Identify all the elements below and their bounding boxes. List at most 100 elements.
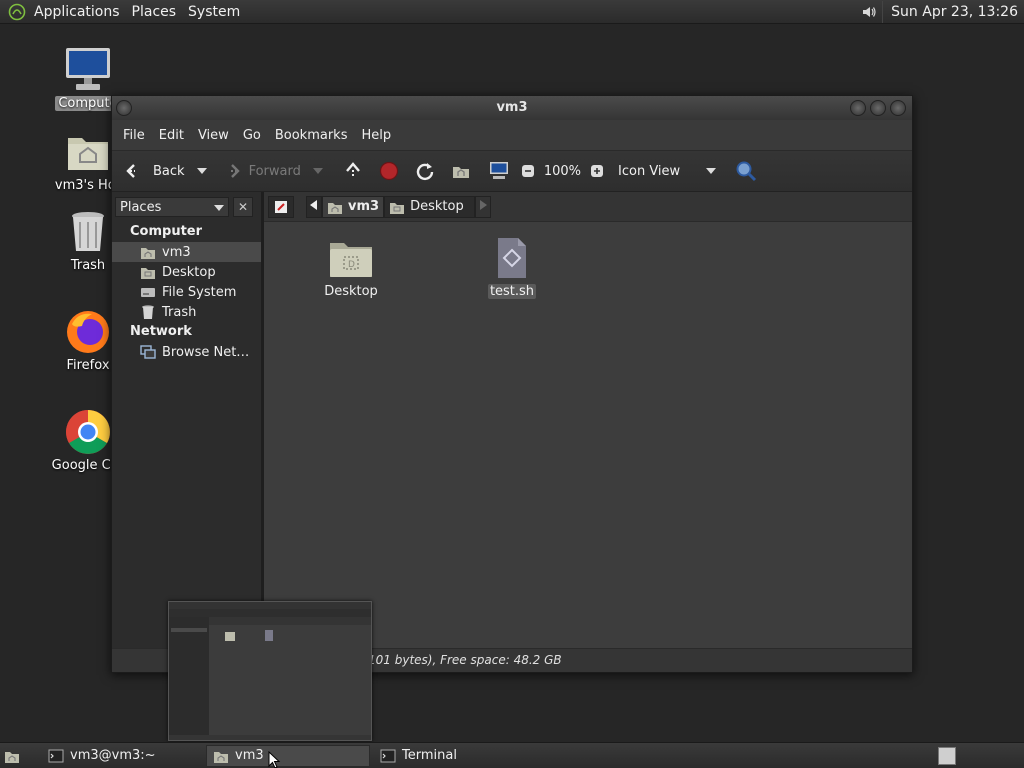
back-button[interactable]: Back: [120, 154, 188, 188]
close-icon: ✕: [237, 200, 249, 214]
trash-icon: [64, 208, 112, 256]
menu-go[interactable]: Go: [236, 128, 268, 143]
maximize-button[interactable]: [870, 100, 886, 116]
view-mode-select[interactable]: Icon View: [609, 154, 721, 188]
show-desktop-icon: [4, 748, 20, 764]
network-icon: [140, 344, 156, 360]
file-item-desktop[interactable]: D Desktop: [306, 234, 396, 299]
sidebar-item-browse-network[interactable]: Browse Net…: [112, 342, 261, 362]
stop-icon: [377, 159, 401, 183]
places-menu[interactable]: Places: [126, 1, 183, 23]
path-scroll-right-button[interactable]: [474, 195, 491, 218]
sidebar-item-filesystem[interactable]: File System: [112, 282, 261, 302]
places-sidebar: Places ✕ Computer vm3 Desktop File Syste…: [112, 192, 264, 648]
path-bar: vm3 Desktop: [264, 192, 912, 222]
home-icon: [140, 244, 156, 260]
sidebar-item-label: File System: [162, 284, 237, 300]
file-view[interactable]: vm3 Desktop D Desktop test.sh: [264, 192, 912, 648]
taskbar-item-label: Terminal: [402, 748, 457, 763]
menu-edit[interactable]: Edit: [152, 128, 191, 143]
sidebar-item-label: vm3: [162, 244, 191, 260]
sidebar-type-label: Places: [120, 199, 162, 215]
taskbar-item-terminal-vm3[interactable]: vm3@vm3:~: [42, 745, 202, 767]
minimize-button[interactable]: [850, 100, 866, 116]
desktop-folder-icon: [389, 199, 405, 215]
menu-bookmarks[interactable]: Bookmarks: [268, 128, 355, 143]
sidebar-section-computer: Computer: [130, 224, 203, 239]
close-button[interactable]: [890, 100, 906, 116]
clock[interactable]: Sun Apr 23, 13:26: [882, 1, 1024, 23]
toolbar: Back Forward 100% Icon View: [112, 150, 912, 192]
firefox-icon: [64, 308, 112, 356]
computer-icon: [487, 159, 511, 183]
zoom-in-icon: [588, 159, 606, 183]
reload-icon: [413, 159, 437, 183]
computer-button[interactable]: [484, 154, 514, 188]
forward-arrow-icon: [219, 159, 243, 183]
path-segment-desktop[interactable]: Desktop: [384, 195, 475, 218]
file-item-label: Desktop: [324, 284, 378, 299]
home-button[interactable]: [446, 154, 476, 188]
close-sidebar-button[interactable]: ✕: [233, 197, 253, 217]
sidebar-item-trash[interactable]: Trash: [112, 302, 261, 322]
home-icon: [213, 748, 229, 764]
sidebar-item-label: Browse Net…: [162, 344, 250, 360]
home-folder-icon: [64, 128, 112, 176]
zoom-out-icon: [519, 159, 537, 183]
window-title: vm3: [496, 100, 528, 115]
file-item-label: test.sh: [487, 284, 537, 299]
terminal-icon: [380, 748, 396, 764]
file-item-test-sh[interactable]: test.sh: [467, 234, 557, 299]
forward-label: Forward: [248, 163, 301, 179]
status-text: 101 bytes), Free space: 48.2 GB: [368, 653, 562, 667]
path-segment-vm3[interactable]: vm3: [322, 195, 385, 218]
desktop-icon-label: Firefox: [66, 358, 110, 373]
menu-file[interactable]: File: [116, 128, 152, 143]
sidebar-item-label: Trash: [162, 304, 197, 320]
menu-help[interactable]: Help: [354, 128, 398, 143]
taskbar-item-terminal[interactable]: Terminal: [374, 745, 540, 767]
forward-history-dropdown[interactable]: [304, 154, 332, 188]
edit-location-button[interactable]: [268, 195, 294, 218]
file-manager-window: vm3 File Edit View Go Bookmarks Help Bac…: [111, 95, 913, 673]
taskbar-item-file-manager[interactable]: vm3: [206, 744, 370, 767]
back-arrow-icon: [123, 159, 147, 183]
window-menu-button[interactable]: [116, 100, 132, 116]
menubar: File Edit View Go Bookmarks Help: [112, 120, 912, 150]
distro-logo-icon[interactable]: [6, 1, 28, 23]
volume-icon[interactable]: [856, 1, 882, 23]
folder-icon: D: [327, 234, 375, 282]
path-scroll-left-button[interactable]: [306, 195, 322, 218]
sidebar-type-select[interactable]: Places: [115, 197, 229, 217]
computer-icon: [64, 46, 112, 94]
show-desktop-button[interactable]: [0, 745, 30, 767]
window-titlebar[interactable]: vm3: [112, 96, 912, 120]
zoom-in-button[interactable]: [585, 154, 609, 188]
menu-view[interactable]: View: [191, 128, 236, 143]
up-button[interactable]: [338, 154, 368, 188]
up-arrow-icon: [341, 159, 365, 183]
chevron-left-icon: [310, 199, 318, 214]
script-icon: [488, 234, 536, 282]
edit-icon: [273, 199, 289, 215]
zoom-out-button[interactable]: [516, 154, 540, 188]
path-segment-label: Desktop: [410, 199, 464, 214]
stop-button[interactable]: [374, 154, 404, 188]
back-history-dropdown[interactable]: [188, 154, 216, 188]
sidebar-item-vm3[interactable]: vm3: [112, 242, 261, 262]
workspace-switcher[interactable]: [938, 747, 956, 765]
view-mode-label: Icon View: [618, 163, 681, 179]
search-button[interactable]: [731, 154, 761, 188]
system-menu[interactable]: System: [182, 1, 246, 23]
window-preview-thumbnail[interactable]: [168, 601, 372, 741]
taskbar-item-label: vm3: [235, 748, 264, 763]
sidebar-item-label: Desktop: [162, 264, 216, 280]
zoom-level: 100%: [543, 163, 582, 179]
sidebar-item-desktop[interactable]: Desktop: [112, 262, 261, 282]
applications-menu[interactable]: Applications: [28, 1, 126, 23]
top-panel: Applications Places System Sun Apr 23, 1…: [0, 0, 1024, 24]
reload-button[interactable]: [410, 154, 440, 188]
forward-button[interactable]: Forward: [216, 154, 304, 188]
trash-icon: [140, 304, 156, 320]
search-icon: [734, 159, 758, 183]
